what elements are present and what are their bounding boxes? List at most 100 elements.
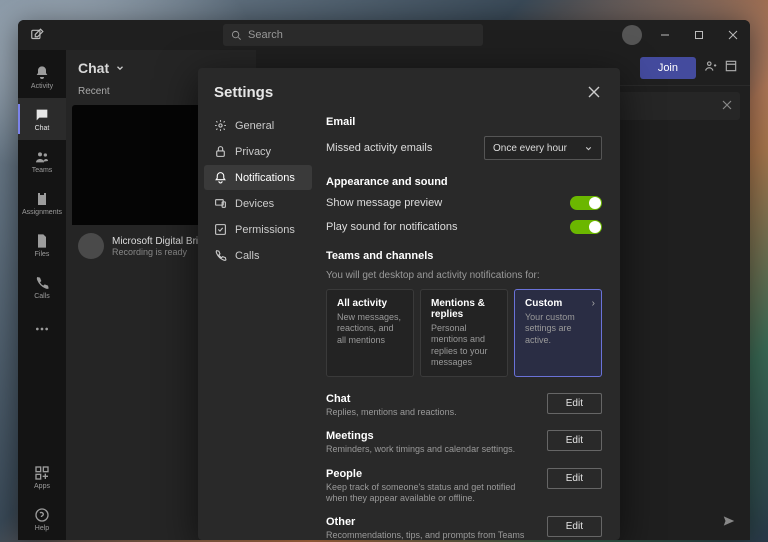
rail-label: Calls [34,293,50,300]
chat-icon [34,107,50,123]
settings-dialog: Settings General Privacy Notifications [198,68,620,540]
rail-label: Files [35,251,50,258]
nav-label: Calls [235,250,259,262]
phone-icon [214,249,227,262]
key-icon [214,223,227,236]
rail-more[interactable] [18,308,66,350]
maximize-button[interactable] [682,20,716,50]
edit-other-button[interactable]: Edit [547,516,602,537]
close-icon [588,86,600,98]
section-heading: Email [326,116,602,128]
settings-nav-privacy[interactable]: Privacy [204,139,312,164]
rail-label: Teams [32,167,53,174]
edit-meetings-button[interactable]: Edit [547,430,602,451]
section-heading: Teams and channels [326,250,602,262]
rail-apps[interactable]: Apps [18,456,66,498]
section-desc: Recommendations, tips, and prompts from … [326,530,524,540]
user-avatar[interactable] [622,25,642,45]
settings-nav-devices[interactable]: Devices [204,191,312,216]
phone-icon [34,275,50,291]
close-icon[interactable] [722,97,732,115]
section-heading: Appearance and sound [326,176,602,188]
edit-people-button[interactable]: Edit [547,468,602,489]
chat-item-subtitle: Recording is ready [112,247,209,257]
section-meetings: Meetings Reminders, work timings and cal… [326,430,602,455]
app-window: Search Activity Chat Teams Assignments [18,20,750,540]
rail-calls[interactable]: Calls [18,266,66,308]
settings-nav-notifications[interactable]: Notifications [204,165,312,190]
nav-label: Privacy [235,146,271,158]
rail-chat[interactable]: Chat [18,98,66,140]
chat-item-title: Microsoft Digital Briefi [112,236,209,247]
popout-icon[interactable] [724,59,738,76]
apps-icon [34,465,50,481]
chat-item-avatar [78,233,104,259]
join-button[interactable]: Join [640,57,696,79]
section-desc: Replies, mentions and reactions. [326,407,457,418]
message-preview-toggle[interactable] [570,196,602,210]
search-box[interactable]: Search [223,24,483,46]
devices-icon [214,197,227,210]
section-heading: Meetings [326,430,515,442]
nav-label: Permissions [235,224,295,236]
minimize-button[interactable] [648,20,682,50]
row-label: Play sound for notifications [326,221,457,233]
help-icon [34,507,50,523]
edit-chat-button[interactable]: Edit [547,393,602,414]
close-window-button[interactable] [716,20,750,50]
teams-icon [34,149,50,165]
gear-icon [214,119,227,132]
card-title: All activity [337,298,403,309]
section-desc: Keep track of someone's status and get n… [326,482,537,505]
nav-label: Notifications [235,172,295,184]
files-icon [34,233,50,249]
sound-toggle[interactable] [570,220,602,234]
dropdown-value: Once every hour [493,143,567,154]
app-rail: Activity Chat Teams Assignments Files Ca… [18,50,66,540]
chevron-down-icon [584,144,593,153]
section-heading: Other [326,516,524,528]
section-desc: Reminders, work timings and calendar set… [326,444,515,455]
participants-icon[interactable] [704,59,718,76]
settings-content: Email Missed activity emails Once every … [318,112,620,540]
row-label: Missed activity emails [326,142,432,154]
section-people: People Keep track of someone's status an… [326,468,602,505]
chevron-down-icon [115,63,125,73]
chat-header-title: Chat [78,60,109,76]
settings-nav-calls[interactable]: Calls [204,243,312,268]
search-icon [231,30,242,41]
section-appearance: Appearance and sound Show message previe… [326,176,602,234]
nav-label: Devices [235,198,274,210]
card-all-activity[interactable]: All activity New messages, reactions, an… [326,289,414,377]
section-other: Other Recommendations, tips, and prompts… [326,516,602,540]
rail-label: Help [35,525,49,532]
chevron-right-icon: › [592,298,595,309]
rail-activity[interactable]: Activity [18,56,66,98]
settings-nav: General Privacy Notifications Devices Pe… [198,112,318,540]
rail-assignments[interactable]: Assignments [18,182,66,224]
send-icon[interactable] [722,514,736,528]
card-mentions-replies[interactable]: Mentions & replies Personal mentions and… [420,289,508,377]
rail-label: Chat [35,125,50,132]
rail-help[interactable]: Help [18,498,66,540]
bell-icon [34,65,50,81]
settings-close-button[interactable] [584,82,604,102]
settings-title: Settings [214,84,273,101]
card-title: Mentions & replies [431,298,497,320]
new-chat-button[interactable] [26,24,48,46]
rail-label: Activity [31,83,53,90]
lock-icon [214,145,227,158]
ellipsis-icon [34,321,50,337]
settings-nav-permissions[interactable]: Permissions [204,217,312,242]
section-heading: People [326,468,537,480]
rail-teams[interactable]: Teams [18,140,66,182]
card-desc: Personal mentions and replies to your me… [431,323,497,368]
section-email: Email Missed activity emails Once every … [326,116,602,160]
title-bar: Search [18,20,750,50]
rail-files[interactable]: Files [18,224,66,266]
card-custom[interactable]: › Custom Your custom settings are active… [514,289,602,377]
settings-nav-general[interactable]: General [204,113,312,138]
missed-emails-dropdown[interactable]: Once every hour [484,136,602,160]
row-label: Show message preview [326,197,442,209]
section-heading: Chat [326,393,457,405]
